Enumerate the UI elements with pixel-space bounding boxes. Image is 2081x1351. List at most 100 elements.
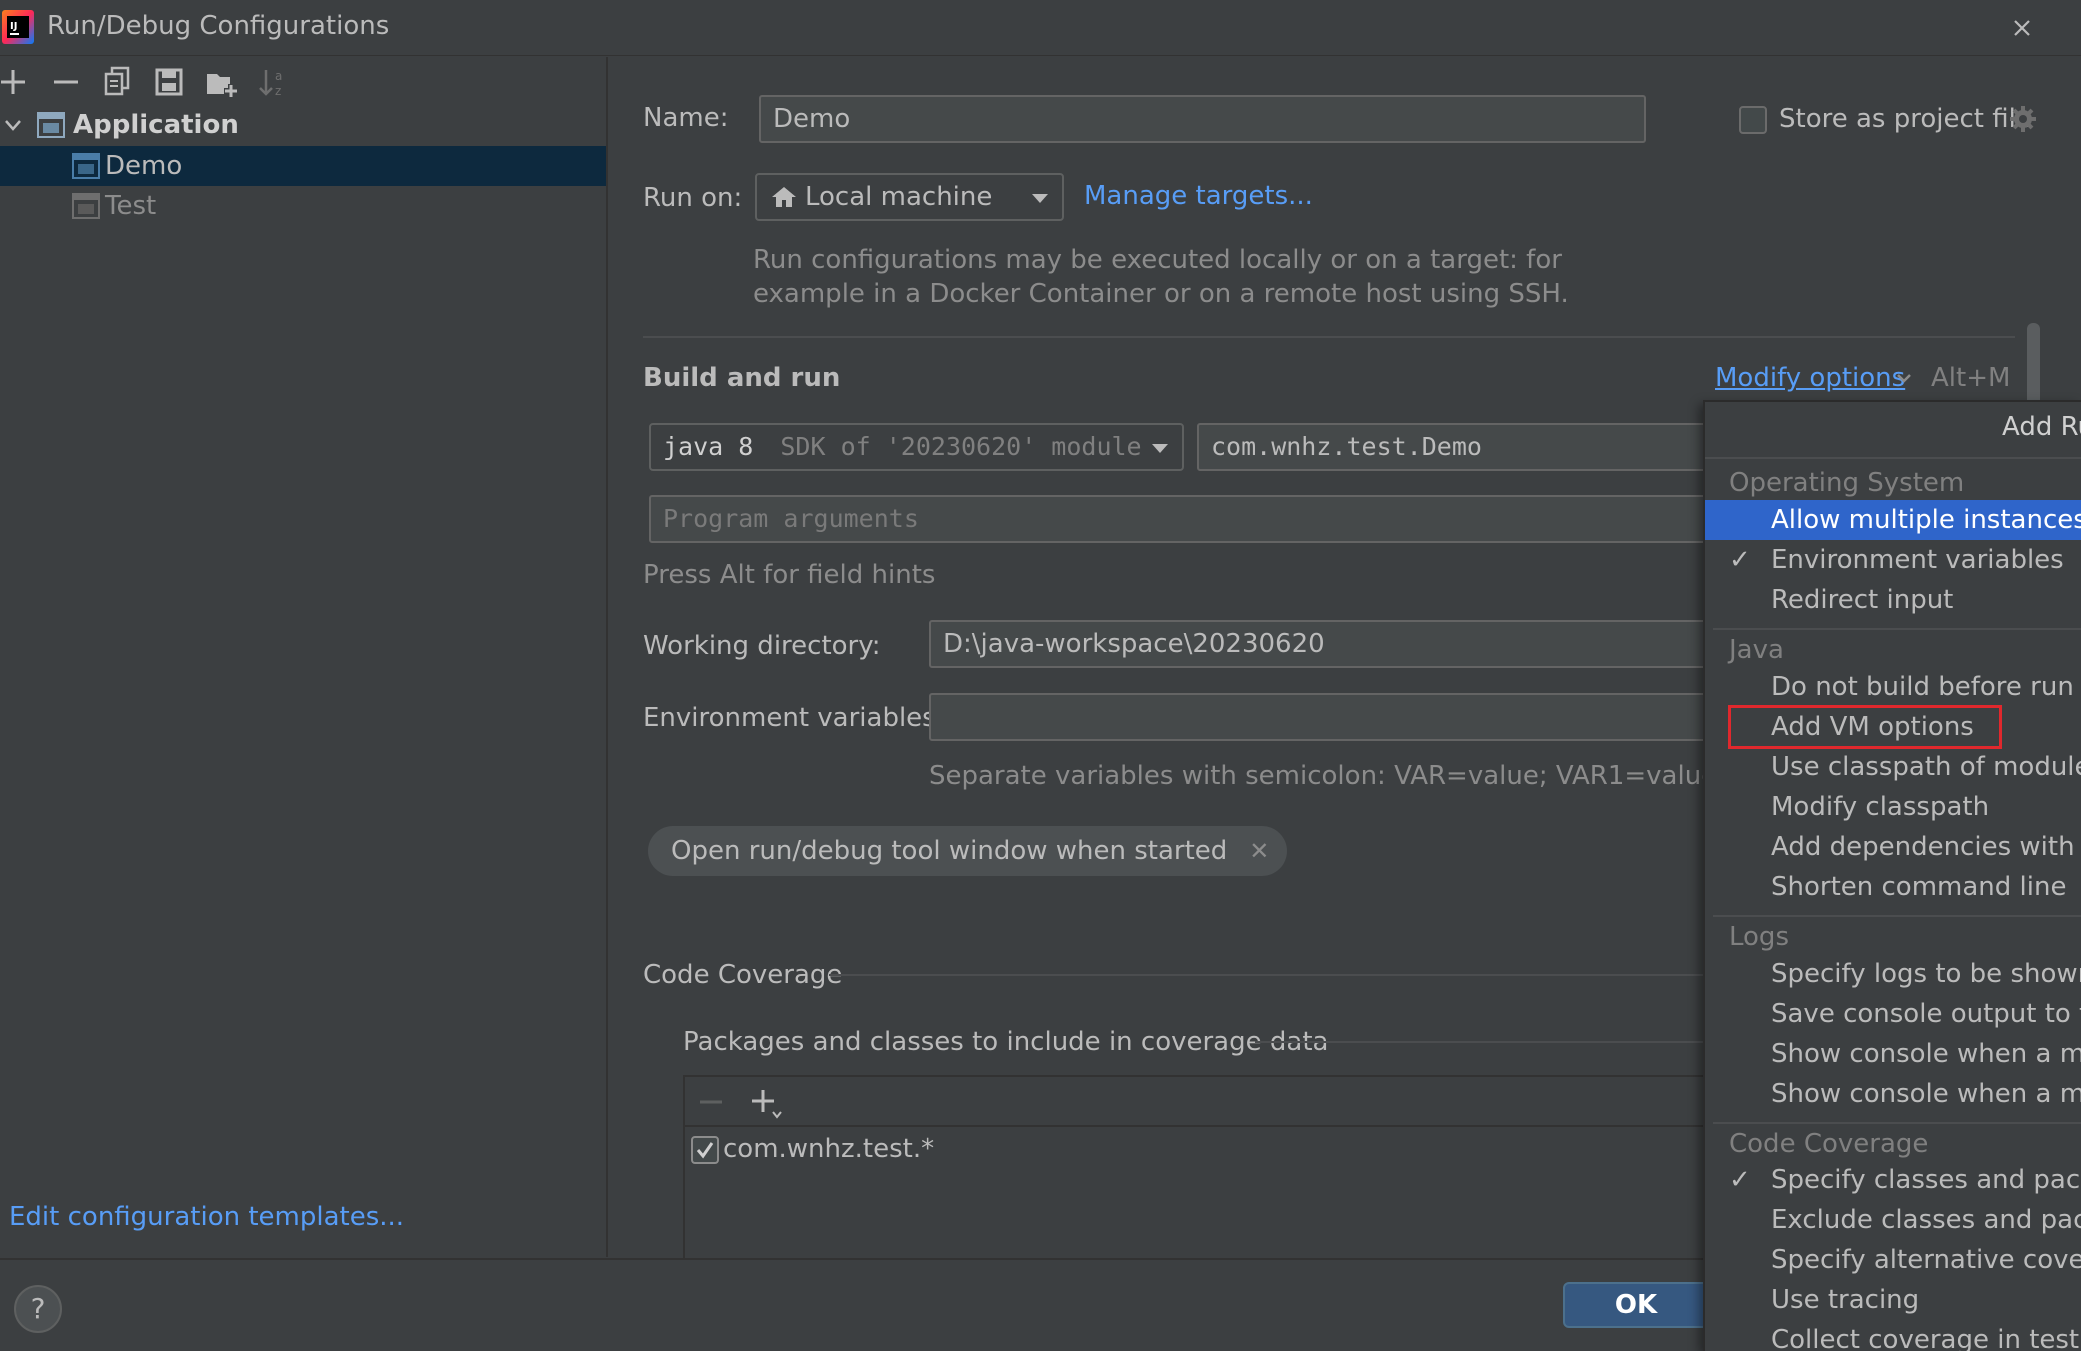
popup-item-modify-classpath[interactable]: Modify classpath [1705,787,2081,827]
sdk-main: java 8 [663,432,754,461]
run-on-hint: example in a Docker Container or on a re… [753,279,1569,309]
annotation-highlight-box [1728,705,2002,749]
store-as-project-label[interactable]: Store as project file [1779,104,2032,134]
remove-icon[interactable] [50,64,86,100]
intellij-logo-icon: IJ [2,10,34,44]
close-icon[interactable]: ✕ [1249,826,1269,876]
add-icon[interactable] [749,1086,783,1120]
popup-item-label: Specify logs to be shown in [1771,959,2081,989]
store-as-project-checkbox[interactable] [1739,106,1767,134]
remove-icon[interactable] [697,1088,725,1116]
sdk-detail: SDK of '20230620' module [780,432,1142,461]
logo-text: IJ [10,21,17,32]
popup-item-label: Shorten command line [1771,872,2067,902]
popup-item-label: Allow multiple instances [1771,505,2081,535]
edit-templates-link[interactable]: Edit configuration templates... [9,1202,404,1232]
popup-item-alternative-coverage[interactable]: Specify alternative coverag [1705,1240,2081,1280]
svg-text:a: a [275,69,282,83]
separator [643,336,2015,338]
tree-item-test[interactable]: Test [0,186,606,226]
popup-section-header: Java [1729,635,1784,665]
popup-item-label: Exclude classes and packag [1771,1205,2081,1235]
popup-section-header: Code Coverage [1729,1129,1929,1159]
add-icon[interactable] [0,64,36,100]
working-directory-input[interactable]: D:\java-workspace\20230620 [929,620,1717,668]
application-icon [37,112,65,138]
popup-item-label: Collect coverage in test fold [1771,1325,2081,1351]
name-label: Name: [643,103,729,133]
help-button[interactable]: ? [14,1285,62,1333]
popup-item-label: Environment variables [1771,545,2064,575]
program-arguments-input[interactable]: Program arguments [649,495,1717,543]
popup-item-show-console-stderr[interactable]: Show console when a mess [1705,1074,2081,1114]
popup-item-label: Modify classpath [1771,792,1990,822]
chevron-down-icon[interactable] [1895,370,1913,386]
packages-title: Packages and classes to include in cover… [683,1027,1329,1057]
folder-icon[interactable] [204,64,240,100]
package-item-label: com.wnhz.test.* [723,1134,935,1164]
separator [1255,1041,1717,1043]
popup-item-specify-classes[interactable]: ✓ Specify classes and package [1705,1160,2081,1200]
popup-item-label: Specify classes and package [1771,1165,2081,1195]
run-on-label: Run on: [643,183,743,213]
popup-item-do-not-build[interactable]: Do not build before run [1705,667,2081,707]
popup-item-shorten-command-line[interactable]: Shorten command line [1705,867,2081,907]
checkmark-icon [696,1142,714,1159]
name-input[interactable]: Demo [759,95,1646,143]
svg-text:z: z [275,84,281,98]
application-icon [72,153,100,179]
save-icon[interactable] [152,64,188,100]
popup-item-allow-multiple-instances[interactable]: Allow multiple instances [1705,500,2081,540]
environment-variables-input[interactable] [929,693,1717,741]
home-icon [772,187,796,207]
popup-item-save-console-output[interactable]: Save console output to file [1705,994,2081,1034]
manage-targets-link[interactable]: Manage targets... [1084,181,1313,211]
gear-icon[interactable] [2008,104,2038,134]
package-checkbox[interactable] [691,1136,719,1164]
popup-item-specify-logs[interactable]: Specify logs to be shown in [1705,954,2081,994]
field-hints-text: Press Alt for field hints [643,560,936,590]
popup-item-label: Show console when a mess [1771,1079,2081,1109]
build-and-run-title: Build and run [643,363,841,393]
popup-item-label: Use classpath of module [1771,752,2081,782]
checkmark-icon: ✓ [1729,545,1751,575]
working-directory-label: Working directory: [643,631,881,661]
tree-group-application[interactable]: Application [0,105,606,145]
popup-item-add-dependencies[interactable]: Add dependencies with “pr [1705,827,2081,867]
separator [685,1125,1717,1127]
tree-item-demo[interactable]: Demo [0,146,606,186]
application-icon [72,193,100,219]
run-on-select[interactable]: Local machine [755,173,1064,221]
chevron-down-icon[interactable] [4,117,22,133]
run-on-value: Local machine [805,182,993,212]
popup-item-environment-variables[interactable]: ✓ Environment variables [1705,540,2081,580]
separator [1713,915,2081,917]
popup-item-label: Use tracing [1771,1285,1920,1315]
tree-item-label: Demo [105,151,183,181]
sort-icon[interactable]: a z [256,64,292,100]
ok-button[interactable]: OK [1563,1282,1709,1328]
popup-item-exclude-classes[interactable]: Exclude classes and packag [1705,1200,2081,1240]
copy-icon[interactable] [100,64,136,100]
dropdown-arrow-icon [1032,194,1048,203]
scrollbar[interactable] [2027,323,2040,408]
popup-item-collect-coverage[interactable]: Collect coverage in test fold [1705,1320,2081,1351]
close-icon[interactable] [2000,8,2044,48]
window-title: Run/Debug Configurations [47,11,390,41]
popup-item-use-tracing[interactable]: Use tracing [1705,1280,2081,1320]
environment-variables-hint: Separate variables with semicolon: VAR=v… [929,761,1734,791]
separator [1713,628,2081,630]
popup-item-use-classpath[interactable]: Use classpath of module [1705,747,2081,787]
popup-item-redirect-input[interactable]: Redirect input [1705,580,2081,620]
checkmark-icon: ✓ [1729,1165,1751,1195]
sdk-select[interactable]: java 8 SDK of '20230620' module [649,423,1184,471]
option-tag-label: Open run/debug tool window when started [671,836,1228,866]
popup-item-show-console-stdout[interactable]: Show console when a mess [1705,1034,2081,1074]
modify-options-link[interactable]: Modify options [1715,363,1905,393]
option-tag[interactable]: Open run/debug tool window when started … [648,826,1288,876]
popup-item-label: Save console output to file [1771,999,2081,1029]
popup-item-label: Do not build before run [1771,672,2074,702]
popup-title: Add Ru [2002,412,2081,442]
modify-options-popup: Add Ru Operating System Allow multiple i… [1703,400,2081,1351]
main-class-input[interactable]: com.wnhz.test.Demo [1197,423,1717,471]
